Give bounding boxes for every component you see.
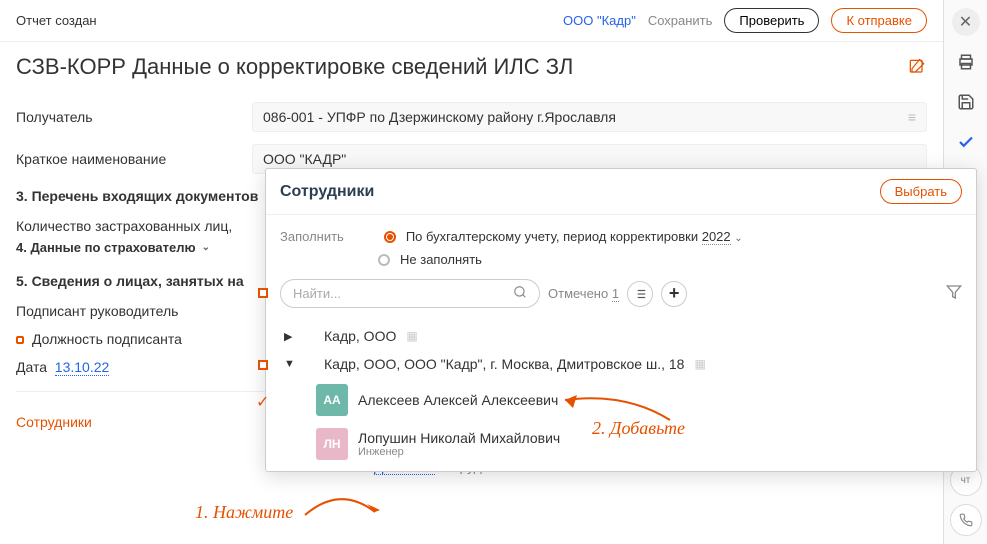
person-2-name: Лопушин Николай Михайлович — [358, 430, 560, 446]
list-view-icon[interactable] — [627, 281, 653, 307]
year-selector[interactable]: 2022 — [702, 229, 731, 245]
filter-icon[interactable] — [946, 284, 962, 303]
marker-icon — [258, 360, 268, 370]
search-icon — [513, 285, 527, 302]
popup-title: Сотрудники — [280, 183, 374, 201]
radio-accounting-label: По бухгалтерскому учету, период корректи… — [406, 229, 743, 244]
save-link[interactable]: Сохранить — [648, 13, 713, 28]
recipient-value: 086-001 - УПФР по Дзержинскому району г.… — [263, 109, 616, 125]
person-row-1[interactable]: АА Алексеев Алексей Алексеевич — [280, 378, 962, 422]
marker-icon — [258, 288, 268, 298]
person-2-role: Инженер — [358, 446, 560, 458]
avatar: АА — [316, 384, 348, 416]
recipient-label: Получатель — [16, 109, 236, 125]
person-1-name: Алексеев Алексей Алексеевич — [358, 392, 558, 408]
org-1-name: Кадр, ООО — [324, 328, 396, 344]
avatar: ЛН — [316, 428, 348, 460]
annotation-1: 1. Нажмите — [195, 502, 293, 523]
check-icon[interactable] — [952, 128, 980, 156]
org-2-name: Кадр, ООО, ООО "Кадр", г. Москва, Дмитро… — [324, 356, 684, 372]
short-name-label: Краткое наименование — [16, 151, 236, 167]
position-label: Должность подписанта — [16, 331, 236, 347]
date-label: Дата 13.10.22 — [16, 359, 236, 375]
radio-none-label: Не заполнять — [400, 252, 482, 267]
check-marker-icon: ✓ — [256, 392, 269, 412]
org-row-2[interactable]: ▼ Кадр, ООО, ООО "Кадр", г. Москва, Дмит… — [280, 350, 962, 378]
select-button[interactable]: Выбрать — [880, 179, 962, 204]
expand-icon[interactable]: ▶ — [284, 330, 296, 343]
add-icon[interactable]: + — [661, 281, 687, 307]
close-icon[interactable]: ✕ — [952, 8, 980, 36]
building-icon: ▦ — [406, 329, 417, 343]
marked-count-label: Отмечено 1 — [548, 286, 619, 301]
signer-label: Подписант руководитель — [16, 303, 236, 319]
chevron-down-icon: ⌄ — [202, 242, 210, 253]
date-value[interactable]: 13.10.22 — [55, 359, 110, 376]
radio-none[interactable] — [378, 254, 390, 266]
person-row-2[interactable]: ЛН Лопушин Николай Михайлович Инженер — [280, 422, 962, 466]
search-input[interactable]: Найти... — [280, 279, 540, 308]
employees-popup: Сотрудники Выбрать Заполнить По бухгалте… — [265, 168, 977, 472]
recipient-field[interactable]: 086-001 - УПФР по Дзержинскому району г.… — [252, 102, 927, 132]
send-button[interactable]: К отправке — [831, 8, 927, 33]
edit-icon[interactable] — [907, 57, 927, 77]
fill-label: Заполнить — [280, 229, 344, 244]
report-status: Отчет создан — [16, 13, 97, 28]
print-icon[interactable] — [952, 48, 980, 76]
insured-count-label: Количество застрахованных лиц, — [16, 218, 236, 234]
page-title: СЗВ-КОРР Данные о корректировке сведений… — [16, 54, 573, 80]
save-icon[interactable] — [952, 88, 980, 116]
org-link[interactable]: ООО "Кадр" — [563, 13, 636, 28]
radio-accounting[interactable] — [384, 231, 396, 243]
phone-icon[interactable] — [950, 504, 982, 536]
collapse-icon[interactable]: ▼ — [284, 358, 296, 370]
building-icon: ▦ — [694, 357, 705, 371]
short-name-value: ООО "КАДР" — [263, 151, 346, 167]
org-row-1[interactable]: ▶ Кадр, ООО ▦ — [280, 322, 962, 350]
menu-icon[interactable]: ≡ — [908, 109, 916, 125]
chevron-down-icon: ⌄ — [734, 233, 742, 244]
check-button[interactable]: Проверить — [724, 8, 819, 33]
